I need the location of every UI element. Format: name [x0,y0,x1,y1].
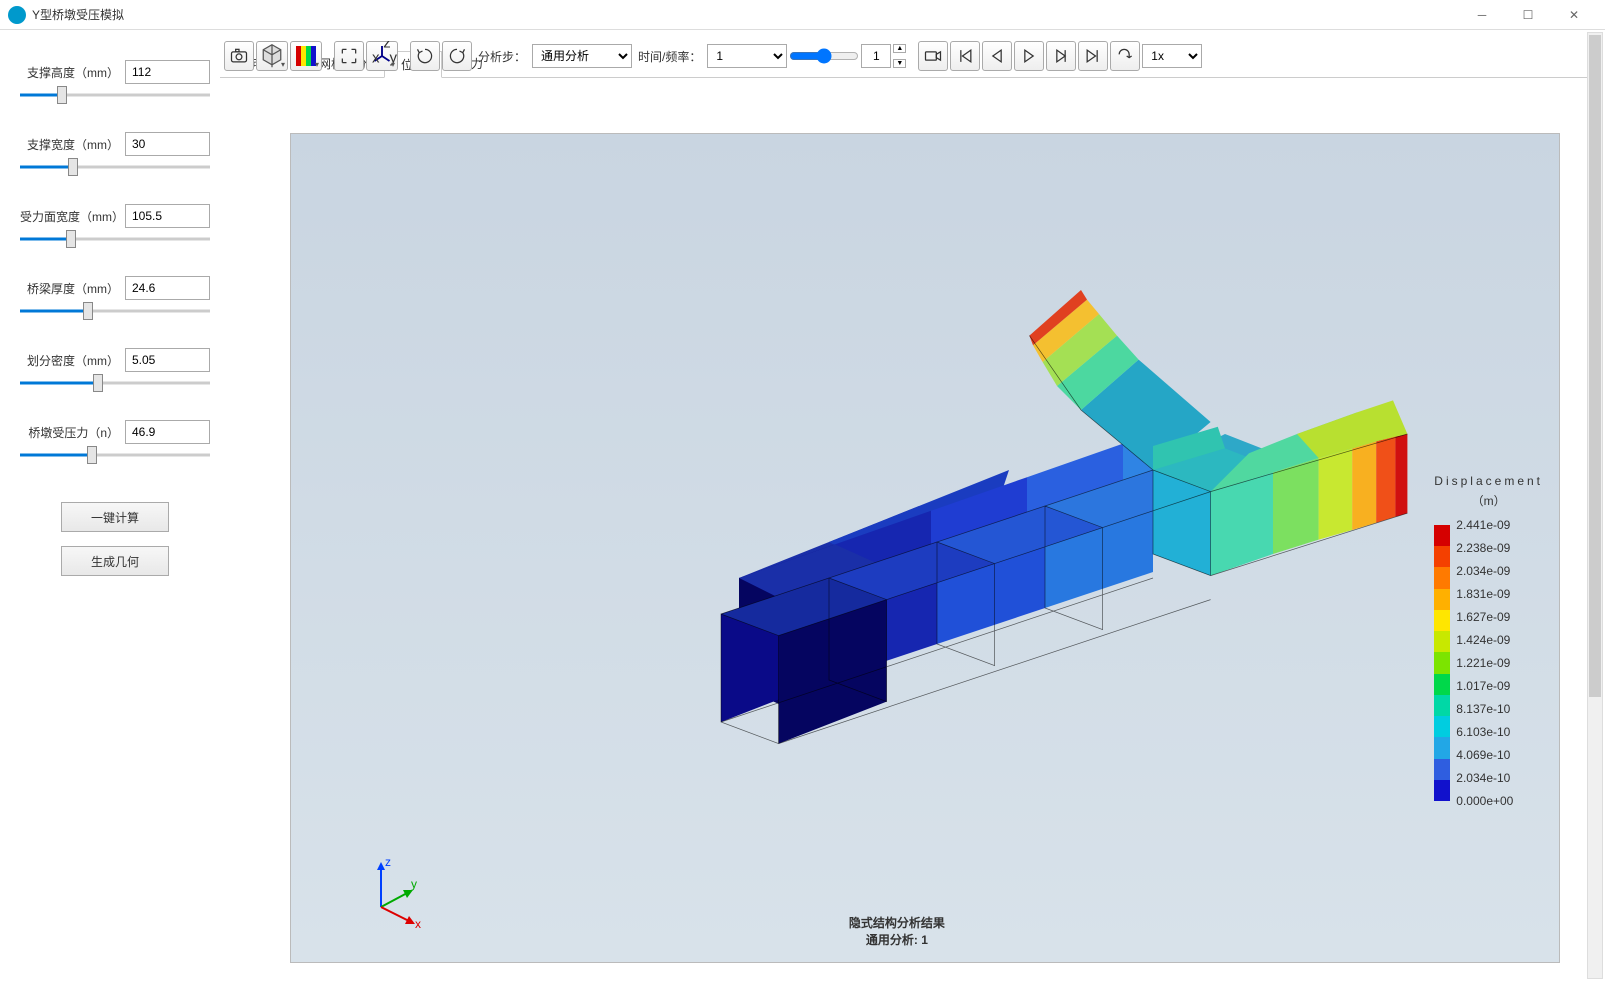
param-slider-5[interactable] [20,446,210,464]
frame-slider[interactable] [789,48,859,64]
param-input-4[interactable] [125,348,210,372]
viewer-toolbar: zyx 分析步： 通用分析 时间/频率： 1 ▲ ▼ 1x [220,38,1595,74]
param-label-5: 桥墩受压力（n） [20,424,119,441]
frame-spin-down[interactable]: ▼ [893,59,906,68]
mesh-model [721,290,1407,744]
svg-text:x: x [372,49,380,66]
legend-value: 1.017e-09 [1456,680,1513,692]
record-icon[interactable] [918,41,948,71]
legend-value: 8.137e-10 [1456,703,1513,715]
main-area: 支撑高度（mm） 支撑宽度（mm） 受力面宽度（mm） 桥梁厚度（mm） [0,30,1605,978]
step-forward-icon[interactable] [1046,41,1076,71]
param-input-2[interactable] [125,204,210,228]
cube-view-icon[interactable] [256,41,288,71]
color-legend: Displacement （m） 2.441e-09 2.238e-09 2.034… [1434,474,1543,807]
content-area: 几何结构网格划分位移应力 zyx 分析步： 通用分析 时间/频率： 1 [220,50,1595,968]
fit-view-icon[interactable] [334,41,364,71]
legend-value: 1.424e-09 [1456,634,1513,646]
frame-number-input[interactable] [861,44,891,68]
param-slider-2[interactable] [20,230,210,248]
speed-select[interactable]: 1x [1142,44,1202,68]
analysis-step-label: 分析步： [478,48,526,65]
legend-value: 1.221e-09 [1456,657,1513,669]
legend-value: 2.034e-09 [1456,565,1513,577]
legend-value: 2.441e-09 [1456,519,1513,531]
title-bar: Y型桥墩受压模拟 ─ ☐ ✕ [0,0,1605,30]
analysis-step-select[interactable]: 通用分析 [532,44,632,68]
param-input-1[interactable] [125,132,210,156]
loop-icon[interactable] [1110,41,1140,71]
legend-value: 1.831e-09 [1456,588,1513,600]
time-freq-label: 时间/频率： [638,48,701,65]
skip-first-icon[interactable] [950,41,980,71]
param-slider-4[interactable] [20,374,210,392]
play-icon[interactable] [1014,41,1044,71]
viewer-canvas[interactable]: z y x Displacement （m） 2.441e-09 2.238e-0… [290,133,1560,963]
minimize-button[interactable]: ─ [1459,1,1505,29]
param-input-5[interactable] [125,420,210,444]
camera-icon[interactable] [224,41,254,71]
legend-value: 6.103e-10 [1456,726,1513,738]
param-label-3: 桥梁厚度（mm） [20,280,119,297]
generate-geometry-button[interactable]: 生成几何 [61,546,169,576]
param-label-0: 支撑高度（mm） [20,64,119,81]
svg-text:z: z [385,855,391,869]
play-reverse-icon[interactable] [982,41,1012,71]
frame-spin-up[interactable]: ▲ [893,44,906,53]
legend-title: Displacement [1434,474,1543,488]
svg-text:x: x [415,917,421,931]
param-slider-0[interactable] [20,86,210,104]
legend-value: 2.238e-09 [1456,542,1513,554]
param-label-4: 划分密度（mm） [20,352,119,369]
svg-text:y: y [390,49,398,66]
legend-value: 0.000e+00 [1456,795,1513,807]
legend-value: 2.034e-10 [1456,772,1513,784]
param-input-3[interactable] [125,276,210,300]
axis-gizmo: z y x [351,852,431,932]
legend-value: 4.069e-10 [1456,749,1513,761]
skip-last-icon[interactable] [1078,41,1108,71]
maximize-button[interactable]: ☐ [1505,1,1551,29]
rotate-cw-icon[interactable] [410,41,440,71]
result-caption: 隐式结构分析结果 通用分析: 1 [849,914,945,948]
param-slider-3[interactable] [20,302,210,320]
calculate-button[interactable]: 一键计算 [61,502,169,532]
param-slider-1[interactable] [20,158,210,176]
close-button[interactable]: ✕ [1551,1,1597,29]
vertical-scrollbar[interactable] [1587,32,1603,979]
time-freq-select[interactable]: 1 [707,44,787,68]
param-label-2: 受力面宽度（mm） [20,208,119,225]
sidebar: 支撑高度（mm） 支撑宽度（mm） 受力面宽度（mm） 桥梁厚度（mm） [10,50,220,968]
rotate-ccw-icon[interactable] [442,41,472,71]
viewer-wrap: zyx 分析步： 通用分析 时间/频率： 1 ▲▼ 1x [220,78,1595,968]
legend-unit: （m） [1434,492,1543,509]
window-title: Y型桥墩受压模拟 [32,6,1459,23]
svg-text:y: y [411,877,417,891]
param-label-1: 支撑宽度（mm） [20,136,119,153]
param-input-0[interactable] [125,60,210,84]
colormap-icon[interactable] [290,41,322,71]
legend-value: 1.627e-09 [1456,611,1513,623]
axis-selector-icon[interactable]: zyx [366,41,398,71]
app-icon [8,6,26,24]
